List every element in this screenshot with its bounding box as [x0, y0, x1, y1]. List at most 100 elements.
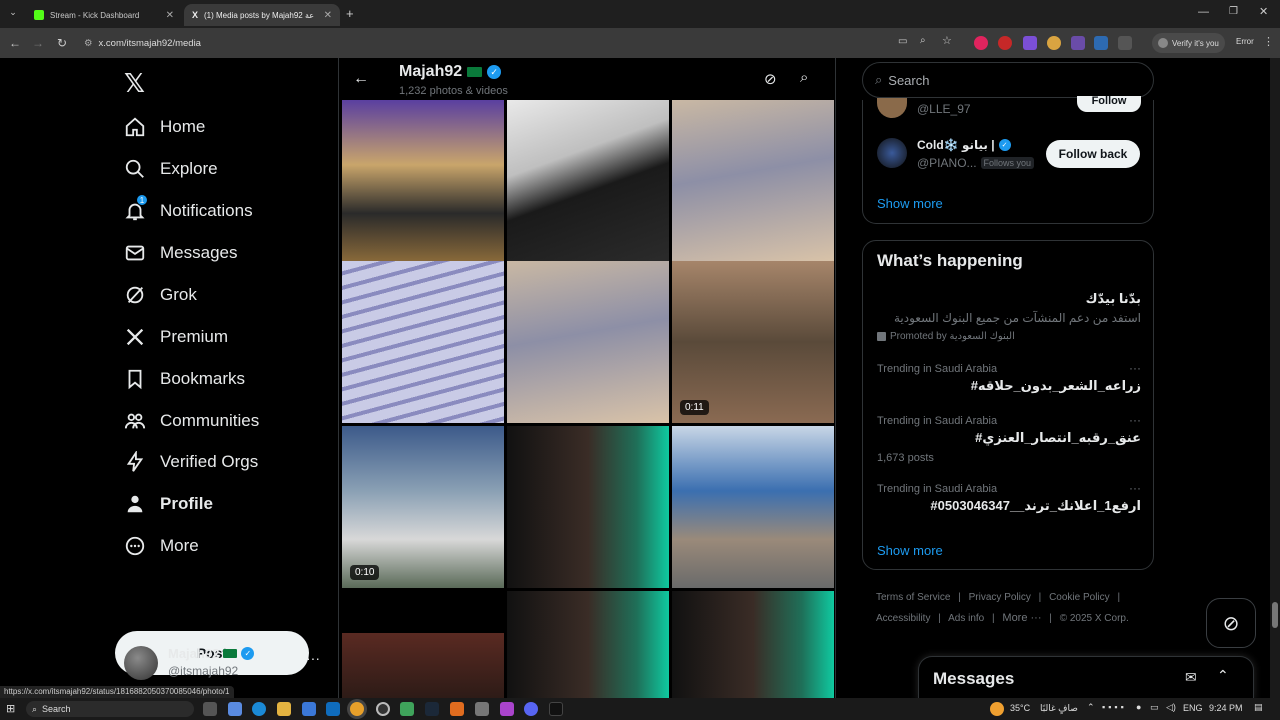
follow-back-button[interactable]: Follow back	[1046, 140, 1140, 168]
scrollbar[interactable]	[1270, 58, 1280, 698]
sidebar-item-verified-orgs[interactable]: Verified Orgs	[124, 445, 258, 479]
account-more-icon[interactable]: ···	[306, 650, 320, 666]
x-logo-icon[interactable]: 𝕏	[124, 68, 145, 99]
scrollbar-thumb[interactable]	[1272, 602, 1278, 628]
app-icon[interactable]	[400, 702, 414, 716]
media-item[interactable]	[507, 426, 669, 588]
error-chip[interactable]: Error	[1236, 37, 1254, 46]
profile-chip[interactable]: Verify it's you	[1152, 33, 1225, 53]
privacy-link[interactable]: Privacy Policy	[969, 592, 1031, 603]
obs-icon[interactable]	[376, 702, 390, 716]
restore-icon[interactable]: ❐	[1229, 6, 1238, 17]
minimize-icon[interactable]: —	[1198, 6, 1209, 18]
taskbar-search[interactable]: ⌕ Search	[26, 701, 194, 717]
sidebar-item-messages[interactable]: Messages	[124, 236, 237, 270]
tray-chevron-icon[interactable]: ⌃	[1087, 702, 1095, 713]
app-icon[interactable]	[475, 702, 489, 716]
sidebar-item-notifications[interactable]: 1 Notifications	[124, 194, 253, 228]
media-item[interactable]	[507, 261, 669, 423]
media-item[interactable]	[672, 100, 834, 262]
messages-drawer[interactable]: Messages ✉ ⌃	[918, 656, 1254, 700]
extension-red-icon[interactable]	[974, 36, 988, 50]
grok-icon[interactable]: ⊘	[764, 70, 777, 88]
close-tab-icon[interactable]: ✕	[324, 10, 332, 21]
show-more-link[interactable]: Show more	[877, 196, 943, 211]
app-icon[interactable]	[500, 702, 514, 716]
steam-icon[interactable]	[425, 702, 439, 716]
trend-more-icon[interactable]: ···	[1129, 413, 1141, 427]
close-window-icon[interactable]: ✕	[1259, 5, 1268, 18]
extensions-puzzle-icon[interactable]	[1118, 36, 1132, 50]
trend-item[interactable]: Trending in Saudi Arabia ··· #زراعه_الشعر_…	[877, 361, 1141, 394]
app-icon[interactable]	[450, 702, 464, 716]
sidebar-item-premium[interactable]: Premium	[124, 320, 228, 354]
tab-kick-dashboard[interactable]: Stream - Kick Dashboard ✕	[26, 4, 182, 26]
ads-info-link[interactable]: Ads info	[948, 613, 984, 624]
more-link[interactable]: More ···	[1002, 612, 1041, 624]
new-message-icon[interactable]: ✉	[1185, 669, 1197, 686]
language-indicator[interactable]: ENG	[1183, 703, 1203, 713]
bookmark-star-icon[interactable]: ☆	[942, 34, 952, 47]
tab-x-media[interactable]: X (1) Media posts by Majah92 ساعة ✕	[184, 4, 340, 26]
store-icon[interactable]	[302, 702, 316, 716]
trend-item[interactable]: Trending in Saudi Arabia ··· #عنق_رقبه_انت…	[877, 413, 1141, 464]
extension-s-icon[interactable]	[998, 36, 1012, 50]
media-item[interactable]	[672, 591, 834, 698]
media-item[interactable]	[507, 100, 669, 262]
grok-floating-button[interactable]: ⊘	[1206, 598, 1256, 648]
tiktok-icon[interactable]	[549, 702, 563, 716]
media-item[interactable]	[507, 591, 669, 698]
media-item[interactable]	[342, 100, 504, 262]
sidebar-item-bookmarks[interactable]: Bookmarks	[124, 362, 245, 396]
extension-f-icon[interactable]	[1071, 36, 1085, 50]
chrome-icon[interactable]	[350, 702, 364, 716]
media-item[interactable]: 0:10	[342, 426, 504, 588]
search-icon[interactable]: ⌕	[800, 69, 808, 86]
start-icon[interactable]: ⊞	[6, 702, 15, 715]
cast-icon[interactable]: ▭	[898, 36, 907, 47]
sidebar-item-profile[interactable]: Profile	[124, 487, 213, 521]
search-input[interactable]: ⌕ Search	[862, 62, 1154, 98]
terms-link[interactable]: Terms of Service	[876, 592, 950, 603]
volume-icon[interactable]: ◁)	[1166, 702, 1176, 713]
trend-more-icon[interactable]: ···	[1129, 481, 1141, 495]
reload-icon[interactable]: ↻	[51, 32, 73, 54]
media-item[interactable]	[342, 261, 504, 423]
close-tab-icon[interactable]: ✕	[166, 10, 174, 21]
media-item[interactable]	[342, 633, 504, 698]
expand-icon[interactable]: ⌃	[1217, 667, 1229, 684]
discord-icon[interactable]	[524, 702, 538, 716]
outlook-icon[interactable]	[326, 702, 340, 716]
extension-audio-icon[interactable]	[1094, 36, 1108, 50]
new-tab-icon[interactable]: +	[346, 6, 354, 21]
cookie-link[interactable]: Cookie Policy	[1049, 592, 1110, 603]
zoom-icon[interactable]: ⌕	[920, 35, 926, 46]
sidebar-item-explore[interactable]: Explore	[124, 152, 218, 186]
sidebar-item-grok[interactable]: Grok	[124, 278, 197, 312]
browser-menu-icon[interactable]: ⋮	[1263, 35, 1274, 48]
task-view-icon[interactable]	[203, 702, 217, 716]
clock[interactable]: 9:24 PM	[1209, 703, 1243, 713]
account-switcher[interactable]: Majah92 ✓ @itsmajah92 ···	[124, 644, 324, 684]
file-explorer-icon[interactable]	[277, 702, 291, 716]
media-item[interactable]: 0:11	[672, 261, 834, 423]
forward-icon[interactable]: →	[27, 32, 49, 54]
extension-shield-icon[interactable]	[1023, 36, 1037, 50]
notification-center-icon[interactable]: ▤	[1254, 702, 1263, 713]
sidebar-item-more[interactable]: More	[124, 529, 199, 563]
trend-more-icon[interactable]: ···	[1129, 361, 1141, 375]
copilot-icon[interactable]	[228, 702, 242, 716]
accessibility-link[interactable]: Accessibility	[876, 613, 930, 624]
extension-yellow-icon[interactable]	[1047, 36, 1061, 50]
sidebar-item-communities[interactable]: Communities	[124, 404, 259, 438]
edge-icon[interactable]	[252, 702, 266, 716]
tab-list-dropdown-icon[interactable]: ⌄	[6, 7, 20, 21]
sidebar-item-home[interactable]: Home	[124, 110, 205, 144]
media-item[interactable]	[672, 426, 834, 588]
url-field[interactable]: ⚙ x.com/itsmajah92/media	[84, 32, 884, 54]
back-arrow-icon[interactable]: ←	[353, 70, 369, 88]
follow-button[interactable]: Follow	[1077, 96, 1141, 112]
site-info-icon[interactable]: ⚙	[84, 38, 93, 49]
mic-icon[interactable]: ●	[1136, 702, 1141, 712]
trend-item[interactable]: Trending in Saudi Arabia ··· #ارفع1_اعلانك…	[877, 481, 1141, 514]
